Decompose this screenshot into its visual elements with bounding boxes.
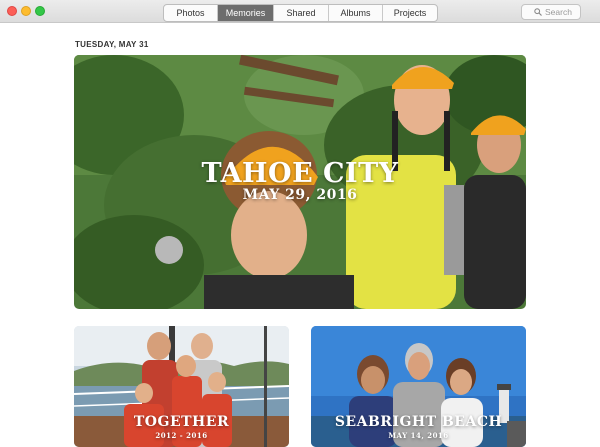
tab-albums[interactable]: Albums [329,5,383,21]
memory-title: TOGETHER [133,414,230,430]
magnifier-icon [534,8,542,16]
zoom-window-button[interactable] [35,6,45,16]
tab-projects[interactable]: Projects [383,5,437,21]
memory-card-seabright-beach[interactable]: SEABRIGHT BEACH MAY 14, 2016 [311,326,526,447]
minimize-window-button[interactable] [21,6,31,16]
memory-title: SEABRIGHT BEACH [334,414,503,430]
tab-photos[interactable]: Photos [164,5,218,21]
tab-memories[interactable]: Memories [218,5,274,21]
memory-card-tahoe-city[interactable]: TAHOE CITY MAY 29, 2016 [74,55,526,309]
search-field[interactable]: Search [521,4,581,20]
view-segmented-control: Photos Memories Shared Albums Projects [163,4,438,22]
memory-date: 2012 - 2016 [155,431,208,440]
window-titlebar: Photos Memories Shared Albums Projects S… [0,0,600,23]
memory-card-together[interactable]: TOGETHER 2012 - 2016 [74,326,289,447]
date-header: TUESDAY, MAY 31 [75,40,149,49]
search-placeholder: Search [545,7,572,17]
memory-title: TAHOE CITY [201,158,399,189]
memory-date: MAY 29, 2016 [242,187,358,203]
tab-shared[interactable]: Shared [274,5,329,21]
close-window-button[interactable] [7,6,17,16]
memory-date: MAY 14, 2016 [388,431,449,440]
